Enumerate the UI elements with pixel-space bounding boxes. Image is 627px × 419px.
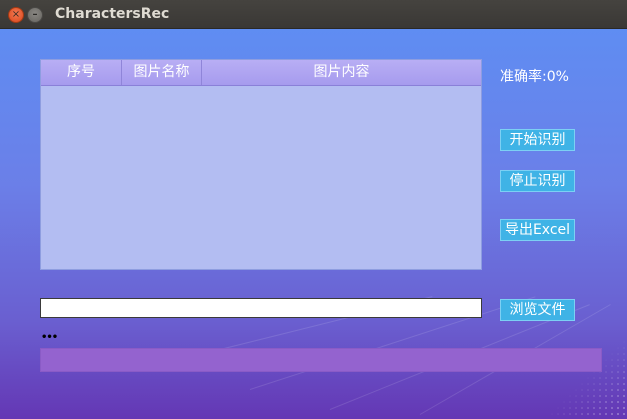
export-excel-button[interactable]: 导出Excel: [500, 219, 575, 241]
browse-files-button[interactable]: 浏览文件: [500, 299, 575, 321]
status-label: •••: [41, 332, 58, 343]
results-table[interactable]: 序号 图片名称 图片内容: [40, 59, 482, 270]
start-recognition-button[interactable]: 开始识别: [500, 129, 575, 151]
main-window-content: 序号 图片名称 图片内容 准确率:0% 开始识别 停止识别 导出Excel 浏览…: [0, 29, 627, 419]
table-header: 序号 图片名称 图片内容: [41, 60, 481, 86]
close-window-button[interactable]: ×: [8, 7, 24, 23]
column-header-index[interactable]: 序号: [41, 60, 122, 85]
progress-bar: [40, 348, 602, 372]
stop-recognition-button[interactable]: 停止识别: [500, 170, 575, 192]
column-header-image-name[interactable]: 图片名称: [122, 60, 202, 85]
window-title: CharactersRec: [55, 6, 170, 22]
file-path-input[interactable]: [40, 298, 482, 318]
column-header-image-content[interactable]: 图片内容: [202, 60, 481, 85]
minimize-window-button[interactable]: –: [27, 7, 43, 23]
accuracy-label: 准确率:0%: [500, 69, 569, 85]
title-bar: × – CharactersRec: [0, 0, 627, 29]
